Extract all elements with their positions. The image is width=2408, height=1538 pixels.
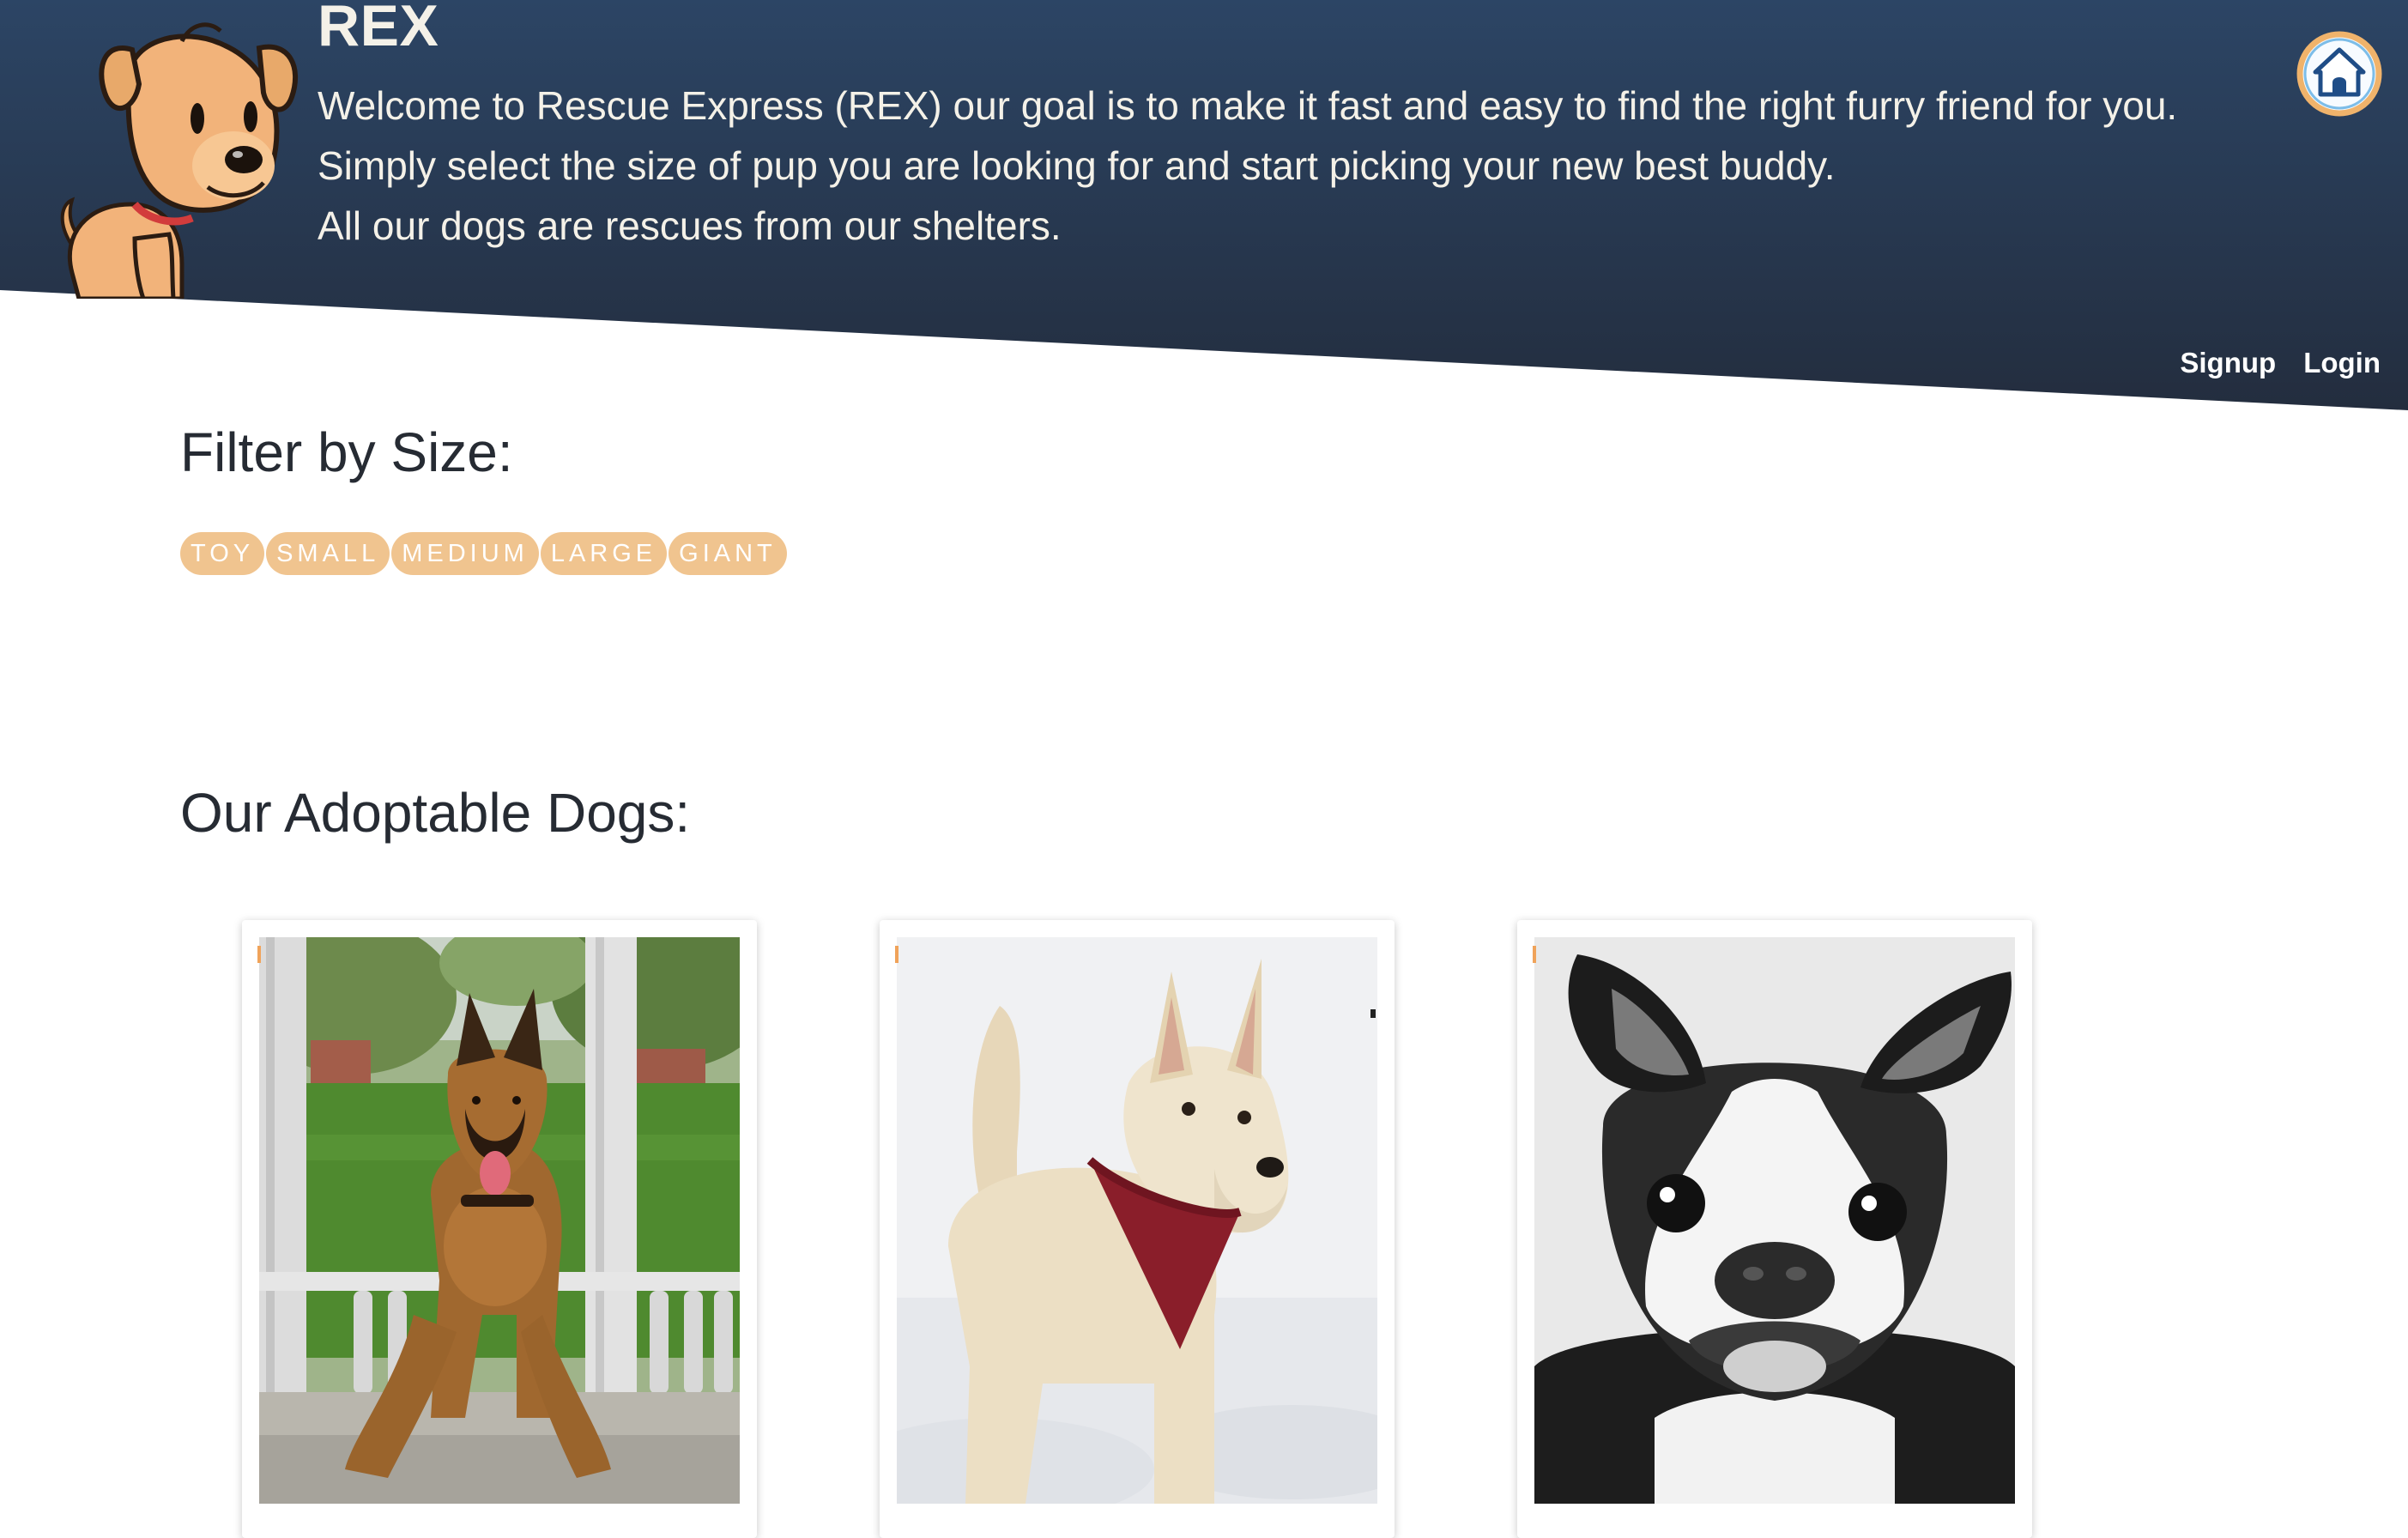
image-corner-marker	[1533, 946, 1536, 963]
size-pill-small[interactable]: SMALL	[266, 532, 390, 575]
size-pill-giant[interactable]: GIANT	[669, 532, 787, 575]
tagline: Welcome to Rescue Express (REX) our goal…	[318, 76, 2177, 256]
dogs-title: Our Adoptable Dogs:	[180, 782, 691, 844]
dog-photo-terrier	[897, 937, 1377, 1504]
size-pill-toy[interactable]: TOY	[180, 532, 265, 575]
size-pill-medium[interactable]: MEDIUM	[391, 532, 539, 575]
tagline-line: Simply select the size of pup you are lo…	[318, 143, 1836, 188]
dog-card[interactable]	[242, 920, 757, 1538]
filter-title: Filter by Size:	[180, 421, 513, 483]
site-title: REX	[318, 0, 439, 58]
dog-card[interactable]	[880, 920, 1395, 1538]
image-corner-marker	[895, 946, 898, 963]
auth-nav: Signup Login	[2180, 347, 2381, 379]
doghouse-icon	[2296, 31, 2382, 117]
login-link[interactable]: Login	[2303, 347, 2381, 379]
signup-link[interactable]: Signup	[2180, 347, 2276, 379]
image-corner-marker	[257, 946, 261, 963]
dog-photo-boston-terrier	[1534, 937, 2015, 1504]
tagline-line: All our dogs are rescues from our shelte…	[318, 203, 1062, 248]
dog-card[interactable]	[1517, 920, 2032, 1538]
tagline-line: Welcome to Rescue Express (REX) our goal…	[318, 83, 2178, 128]
size-pill-large[interactable]: LARGE	[540, 532, 668, 575]
dog-photo-malinois	[259, 937, 740, 1504]
dog-mascot-logo	[53, 15, 302, 301]
size-filter: TOY SMALL MEDIUM LARGE GIANT	[180, 532, 787, 575]
home-button[interactable]	[2296, 31, 2382, 117]
